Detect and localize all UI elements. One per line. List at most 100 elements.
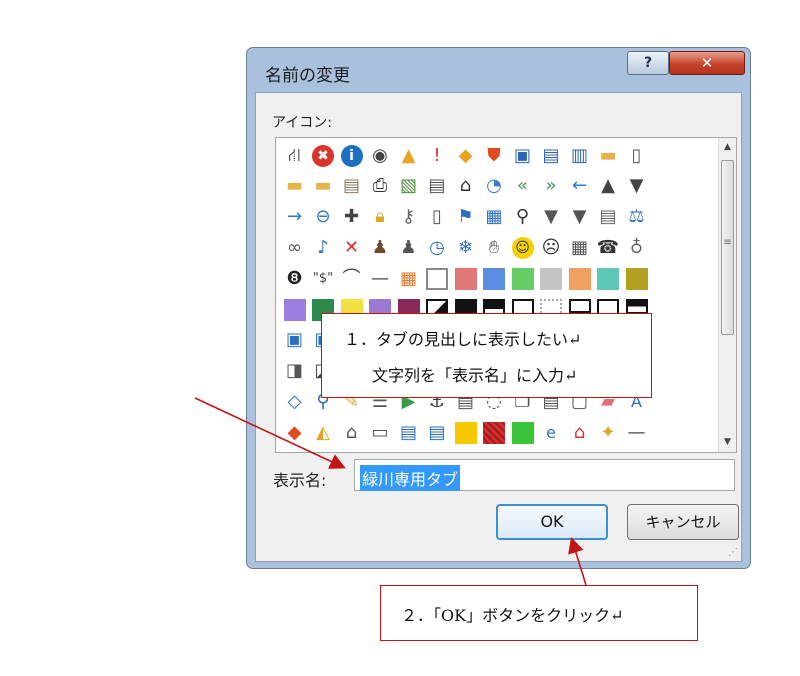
close-button[interactable]: ✕: [669, 51, 745, 75]
icon-option[interactable]: ▲: [595, 173, 622, 200]
icon-option[interactable]: ▦: [395, 265, 422, 292]
icon-glyph: ▼: [544, 206, 558, 228]
icon-option[interactable]: —: [367, 265, 394, 292]
scroll-thumb[interactable]: ≡: [721, 160, 734, 335]
icon-option[interactable]: ☹: [538, 234, 565, 261]
icon-option[interactable]: [509, 265, 536, 292]
icon-option[interactable]: ♟: [395, 234, 422, 261]
icon-option[interactable]: ⛊: [481, 142, 508, 169]
icon-option[interactable]: ▼: [623, 173, 650, 200]
icon-option[interactable]: ⚑: [452, 204, 479, 231]
icon-glyph: ⛊: [487, 144, 501, 166]
icon-option[interactable]: ▲: [395, 142, 422, 169]
icon-option[interactable]: [595, 265, 622, 292]
icon-option[interactable]: ☎: [595, 234, 622, 261]
icon-option[interactable]: i: [338, 142, 365, 169]
icon-option[interactable]: —: [623, 419, 650, 446]
icon-option[interactable]: ▤: [595, 204, 622, 231]
icon-option[interactable]: ⊖: [310, 204, 337, 231]
icon-option[interactable]: ✋︎: [481, 234, 508, 261]
icon-option[interactable]: ▦: [566, 234, 593, 261]
ok-button[interactable]: OK: [496, 504, 608, 540]
color-swatch-icon: [454, 421, 477, 444]
icon-option[interactable]: "$": [310, 265, 337, 292]
icon-option[interactable]: ←: [566, 173, 593, 200]
icon-option[interactable]: ⚲: [509, 204, 536, 231]
icon-option[interactable]: [452, 419, 479, 446]
icon-option[interactable]: ▣: [281, 327, 308, 354]
display-name-input[interactable]: 緑川専用タブ: [354, 459, 735, 491]
icon-list-scrollbar[interactable]: ▲ ≡ ▼: [718, 138, 736, 452]
icon-option[interactable]: ❄: [452, 234, 479, 261]
icon-option[interactable]: ◇: [281, 388, 308, 415]
icon-option[interactable]: ✦: [595, 419, 622, 446]
icon-option[interactable]: ⌂: [338, 419, 365, 446]
icon-option[interactable]: ✖: [310, 142, 337, 169]
icon-option[interactable]: ◆: [452, 142, 479, 169]
scroll-up-icon[interactable]: ▲: [719, 139, 736, 156]
color-swatch-icon: [426, 267, 448, 290]
icon-list[interactable]: ⛙ ✖ i ◉ ▲! ◆ ⛊ ▣ ▤ ▥ ▬ ▯ ▬ ▬ ▤ ⎙ ▧ ▤ ⌂ ◔ « » ← ▲ ▼ → ⊖ ✚ 🔒︎ ⚷ ▯ ⚑ ▦ ⚲ ▼ ▼ ▤ ⚖…: [275, 137, 737, 453]
icon-option[interactable]: ◆: [281, 419, 308, 446]
icon-option[interactable]: ◔: [481, 173, 508, 200]
icon-option[interactable]: ◭: [310, 419, 337, 446]
scroll-down-icon[interactable]: ▼: [719, 434, 736, 451]
icon-option[interactable]: [452, 265, 479, 292]
icon-option[interactable]: ▤: [338, 173, 365, 200]
icon-option[interactable]: ▦: [481, 204, 508, 231]
icon-option[interactable]: ✕: [338, 234, 365, 261]
icon-option[interactable]: e: [538, 419, 565, 446]
icon-option[interactable]: ▥: [566, 142, 593, 169]
icon-option[interactable]: [281, 296, 308, 323]
icon-option[interactable]: ♪: [310, 234, 337, 261]
icon-option[interactable]: «: [509, 173, 536, 200]
icon-option[interactable]: ▭: [367, 419, 394, 446]
icon-option[interactable]: [481, 419, 508, 446]
icon-option[interactable]: ♁: [623, 234, 650, 261]
icon-option[interactable]: ∞: [281, 234, 308, 261]
icon-option[interactable]: !: [424, 142, 451, 169]
icon-option[interactable]: [623, 265, 650, 292]
resize-grip-icon[interactable]: ⋰: [728, 547, 738, 558]
icon-option[interactable]: [424, 265, 451, 292]
icon-option[interactable]: ◨: [281, 358, 308, 385]
icon-option[interactable]: [481, 265, 508, 292]
icon-option[interactable]: ⛙: [281, 142, 308, 169]
icon-option[interactable]: ⚖: [623, 204, 650, 231]
icon-option[interactable]: ⌂: [566, 419, 593, 446]
icon-option[interactable]: ▬: [281, 173, 308, 200]
icon-option[interactable]: ☺: [509, 234, 536, 261]
icon-option[interactable]: ▼: [566, 204, 593, 231]
icon-option[interactable]: ⎙: [367, 173, 394, 200]
icon-option[interactable]: ▤: [395, 419, 422, 446]
icon-glyph: ▦: [485, 206, 503, 228]
icon-option[interactable]: ▯: [623, 142, 650, 169]
icon-option[interactable]: →: [281, 204, 308, 231]
help-button[interactable]: ?: [627, 51, 669, 75]
icon-option[interactable]: [509, 419, 536, 446]
icon-option[interactable]: 🔒︎: [367, 204, 394, 231]
icon-option[interactable]: ▣: [509, 142, 536, 169]
icon-option[interactable]: [566, 265, 593, 292]
icon-option[interactable]: ▤: [424, 173, 451, 200]
icon-option[interactable]: ❽: [281, 265, 308, 292]
cancel-button[interactable]: キャンセル: [627, 504, 739, 540]
icon-option[interactable]: ▤: [538, 142, 565, 169]
icon-option[interactable]: ♟: [367, 234, 394, 261]
icon-option[interactable]: ▬: [310, 173, 337, 200]
icon-option[interactable]: ▧: [395, 173, 422, 200]
icon-glyph: ⌂: [459, 175, 472, 197]
icon-option[interactable]: ⌒: [338, 265, 365, 292]
icon-option[interactable]: ▬: [595, 142, 622, 169]
icon-glyph: ▣: [285, 329, 303, 351]
icon-option[interactable]: ▤: [424, 419, 451, 446]
icon-option[interactable]: ▯: [424, 204, 451, 231]
icon-option[interactable]: ◉: [367, 142, 394, 169]
icon-option[interactable]: ◷: [424, 234, 451, 261]
icon-option[interactable]: ▼: [538, 204, 565, 231]
icon-option[interactable]: ⌂: [452, 173, 479, 200]
icon-option[interactable]: ✚: [338, 204, 365, 231]
icon-option[interactable]: [538, 265, 565, 292]
icon-option[interactable]: »: [538, 173, 565, 200]
icon-option[interactable]: ⚷: [395, 204, 422, 231]
